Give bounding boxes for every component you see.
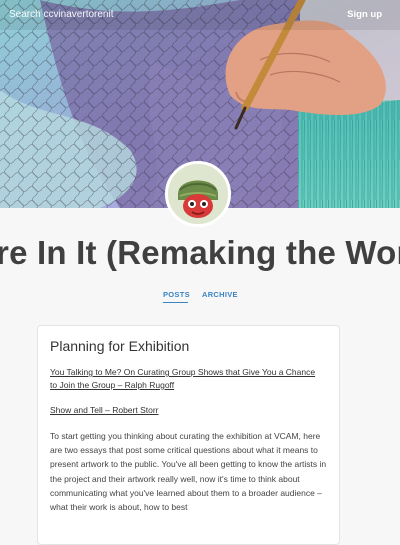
site-title: 're In It (Remaking the Wor	[0, 234, 400, 271]
tab-archive[interactable]: ARCHIVE	[202, 290, 238, 299]
post-body-text: To start getting you thinking about cura…	[50, 431, 327, 513]
blog-nav-tabs: POSTS ARCHIVE	[0, 290, 400, 310]
search-box[interactable]	[6, 8, 189, 20]
post-title[interactable]: Planning for Exhibition	[50, 338, 189, 354]
search-input[interactable]	[9, 8, 189, 20]
top-bar: Sign up	[0, 0, 400, 28]
blog-avatar[interactable]	[165, 161, 231, 227]
post-card: Planning for Exhibition You Talking to M…	[37, 325, 340, 545]
post-link-rugoff-essay[interactable]: You Talking to Me? On Curating Group Sho…	[50, 366, 320, 392]
sign-up-link[interactable]: Sign up	[347, 9, 382, 20]
post-link-storr-essay[interactable]: Show and Tell – Robert Storr	[50, 404, 159, 417]
tab-posts[interactable]: POSTS	[163, 290, 190, 299]
active-tab-indicator	[163, 302, 188, 303]
